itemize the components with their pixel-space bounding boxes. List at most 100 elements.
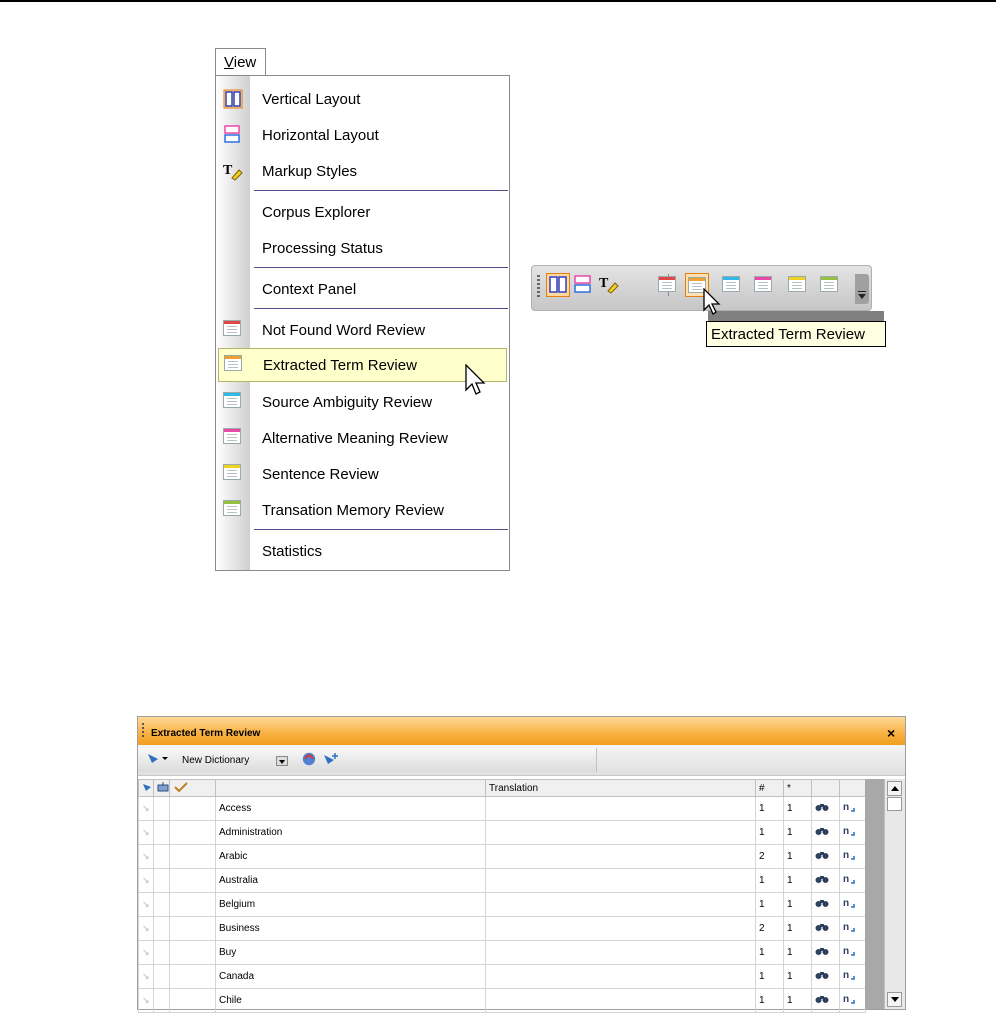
translation-cell[interactable] (485, 916, 756, 941)
toolbar-source-ambiguity-review-button[interactable] (720, 273, 744, 297)
term-cell[interactable]: Canada (215, 964, 486, 989)
term-cell[interactable]: Administration (215, 820, 486, 845)
toolbar-overflow-button[interactable] (855, 274, 869, 304)
table-row[interactable]: ↘ Australia 1 1 n (138, 868, 866, 893)
translation-cell[interactable] (485, 988, 756, 1013)
search-cell[interactable] (811, 820, 840, 845)
menu-item-horizontal-layout[interactable]: Horizontal Layout (216, 118, 509, 152)
search-cell[interactable] (811, 988, 840, 1013)
dictionary-dropdown-icon[interactable] (146, 751, 170, 767)
row-send-cell[interactable]: ↘ (138, 844, 154, 869)
toolbar-markup-styles-button[interactable]: T (598, 273, 622, 297)
search-cell[interactable] (811, 916, 840, 941)
row-send-cell[interactable]: ↘ (138, 964, 154, 989)
menu-item-corpus-explorer[interactable]: Corpus Explorer (216, 195, 509, 229)
refresh-dictionary-icon[interactable] (300, 751, 318, 767)
view-menu-title[interactable]: View (215, 48, 266, 76)
row-send-cell[interactable]: ↘ (138, 868, 154, 893)
translation-cell[interactable] (485, 796, 756, 821)
row-send-cell[interactable]: ↘ (138, 796, 154, 821)
row-send-cell[interactable]: ↘ (138, 988, 154, 1013)
add-to-dictionary-icon[interactable] (322, 751, 340, 767)
edit-cell[interactable]: n (839, 916, 866, 941)
table-row[interactable]: ↘ Buy 1 1 n (138, 940, 866, 965)
menu-item-label: Alternative Meaning Review (262, 430, 448, 447)
edit-cell[interactable]: n (839, 892, 866, 917)
menu-item-context-panel[interactable]: Context Panel (216, 272, 509, 306)
menu-item-alternative-meaning-review[interactable]: Alternative Meaning Review (216, 421, 509, 455)
search-cell[interactable] (811, 964, 840, 989)
toolbar-alternative-meaning-review-button[interactable] (752, 273, 776, 297)
panel-grip[interactable] (142, 723, 144, 739)
edit-cell[interactable]: n (839, 868, 866, 893)
menu-item-label: Statistics (262, 543, 323, 560)
term-cell[interactable]: Arabic (215, 844, 486, 869)
menu-item-not-found-word-review[interactable]: Not Found Word Review (216, 313, 509, 347)
scroll-thumb[interactable] (887, 797, 902, 811)
table-row[interactable]: ↘ Belgium 1 1 n (138, 892, 866, 917)
term-cell[interactable]: Belgium (215, 892, 486, 917)
menu-item-vertical-layout[interactable]: Vertical Layout (216, 82, 509, 116)
menu-item-markup-styles[interactable]: T Markup Styles (216, 154, 509, 188)
term-cell[interactable]: Buy (215, 940, 486, 965)
translation-cell[interactable] (485, 820, 756, 845)
table-row[interactable]: ↘ Administration 1 1 n (138, 820, 866, 845)
dictionary-select[interactable]: New Dictionary (182, 755, 249, 766)
search-cell[interactable] (811, 940, 840, 965)
table-row[interactable]: ↘ Canada 1 1 n (138, 964, 866, 989)
edit-cell[interactable]: n (839, 988, 866, 1013)
edit-cell[interactable]: n (839, 796, 866, 821)
table-row[interactable]: ↘ Access 1 1 n (138, 796, 866, 821)
row-send-cell[interactable]: ↘ (138, 916, 154, 941)
term-cell[interactable]: Business (215, 916, 486, 941)
translation-cell[interactable] (485, 964, 756, 989)
edit-cell[interactable]: n (839, 820, 866, 845)
search-cell[interactable] (811, 844, 840, 869)
row-send-cell[interactable]: ↘ (138, 820, 154, 845)
header-count[interactable]: # (755, 779, 784, 797)
header-send-icon-col[interactable] (138, 779, 154, 797)
term-cell[interactable]: Australia (215, 868, 486, 893)
search-cell[interactable] (811, 796, 840, 821)
toolbar-not-found-word-review-button[interactable] (656, 273, 680, 297)
header-check-icon-col[interactable] (169, 779, 216, 797)
translation-cell[interactable] (485, 892, 756, 917)
table-row[interactable]: ↘ Chile 1 1 n (138, 988, 866, 1013)
term-cell[interactable]: Access (215, 796, 486, 821)
dictionary-dropdown-button[interactable] (276, 756, 288, 766)
edit-cell[interactable]: n (839, 940, 866, 965)
menu-item-processing-status[interactable]: Processing Status (216, 231, 509, 265)
table-row[interactable]: ↘ Business 2 1 n (138, 916, 866, 941)
toolbar-vertical-layout-button[interactable] (546, 273, 570, 297)
menu-item-statistics[interactable]: Statistics (216, 534, 509, 568)
toolbar-horizontal-layout-button[interactable] (572, 273, 596, 297)
translation-cell[interactable] (485, 940, 756, 965)
menu-item-sentence-review[interactable]: Sentence Review (216, 457, 509, 491)
toolbar-transation-memory-review-button[interactable] (818, 273, 842, 297)
menu-item-transation-memory-review[interactable]: Transation Memory Review (216, 493, 509, 527)
toolbar-sentence-review-button[interactable] (786, 273, 810, 297)
close-icon[interactable]: × (887, 725, 895, 741)
scroll-down-arrow-icon[interactable] (887, 992, 902, 1007)
translation-cell[interactable] (485, 868, 756, 893)
search-cell[interactable] (811, 892, 840, 917)
header-export-icon-col[interactable] (153, 779, 170, 797)
edit-cell[interactable]: n (839, 844, 866, 869)
search-cell[interactable] (811, 868, 840, 893)
header-term[interactable] (215, 779, 486, 797)
menu-item-extracted-term-review[interactable]: Extracted Term Review (218, 348, 507, 382)
vertical-scrollbar[interactable] (884, 779, 905, 1009)
header-translation[interactable]: Translation (485, 779, 756, 797)
send-icon: ↘ (142, 803, 150, 813)
term-cell[interactable]: Chile (215, 988, 486, 1013)
row-send-cell[interactable]: ↘ (138, 892, 154, 917)
binoculars-icon (815, 828, 829, 835)
translation-cell[interactable] (485, 844, 756, 869)
row-send-cell[interactable]: ↘ (138, 940, 154, 965)
star-cell: 1 (783, 916, 812, 941)
scroll-up-arrow-icon[interactable] (887, 781, 902, 796)
toolbar-grip[interactable] (537, 275, 540, 297)
table-row[interactable]: ↘ Arabic 2 1 n (138, 844, 866, 869)
header-star[interactable]: * (783, 779, 812, 797)
edit-cell[interactable]: n (839, 964, 866, 989)
